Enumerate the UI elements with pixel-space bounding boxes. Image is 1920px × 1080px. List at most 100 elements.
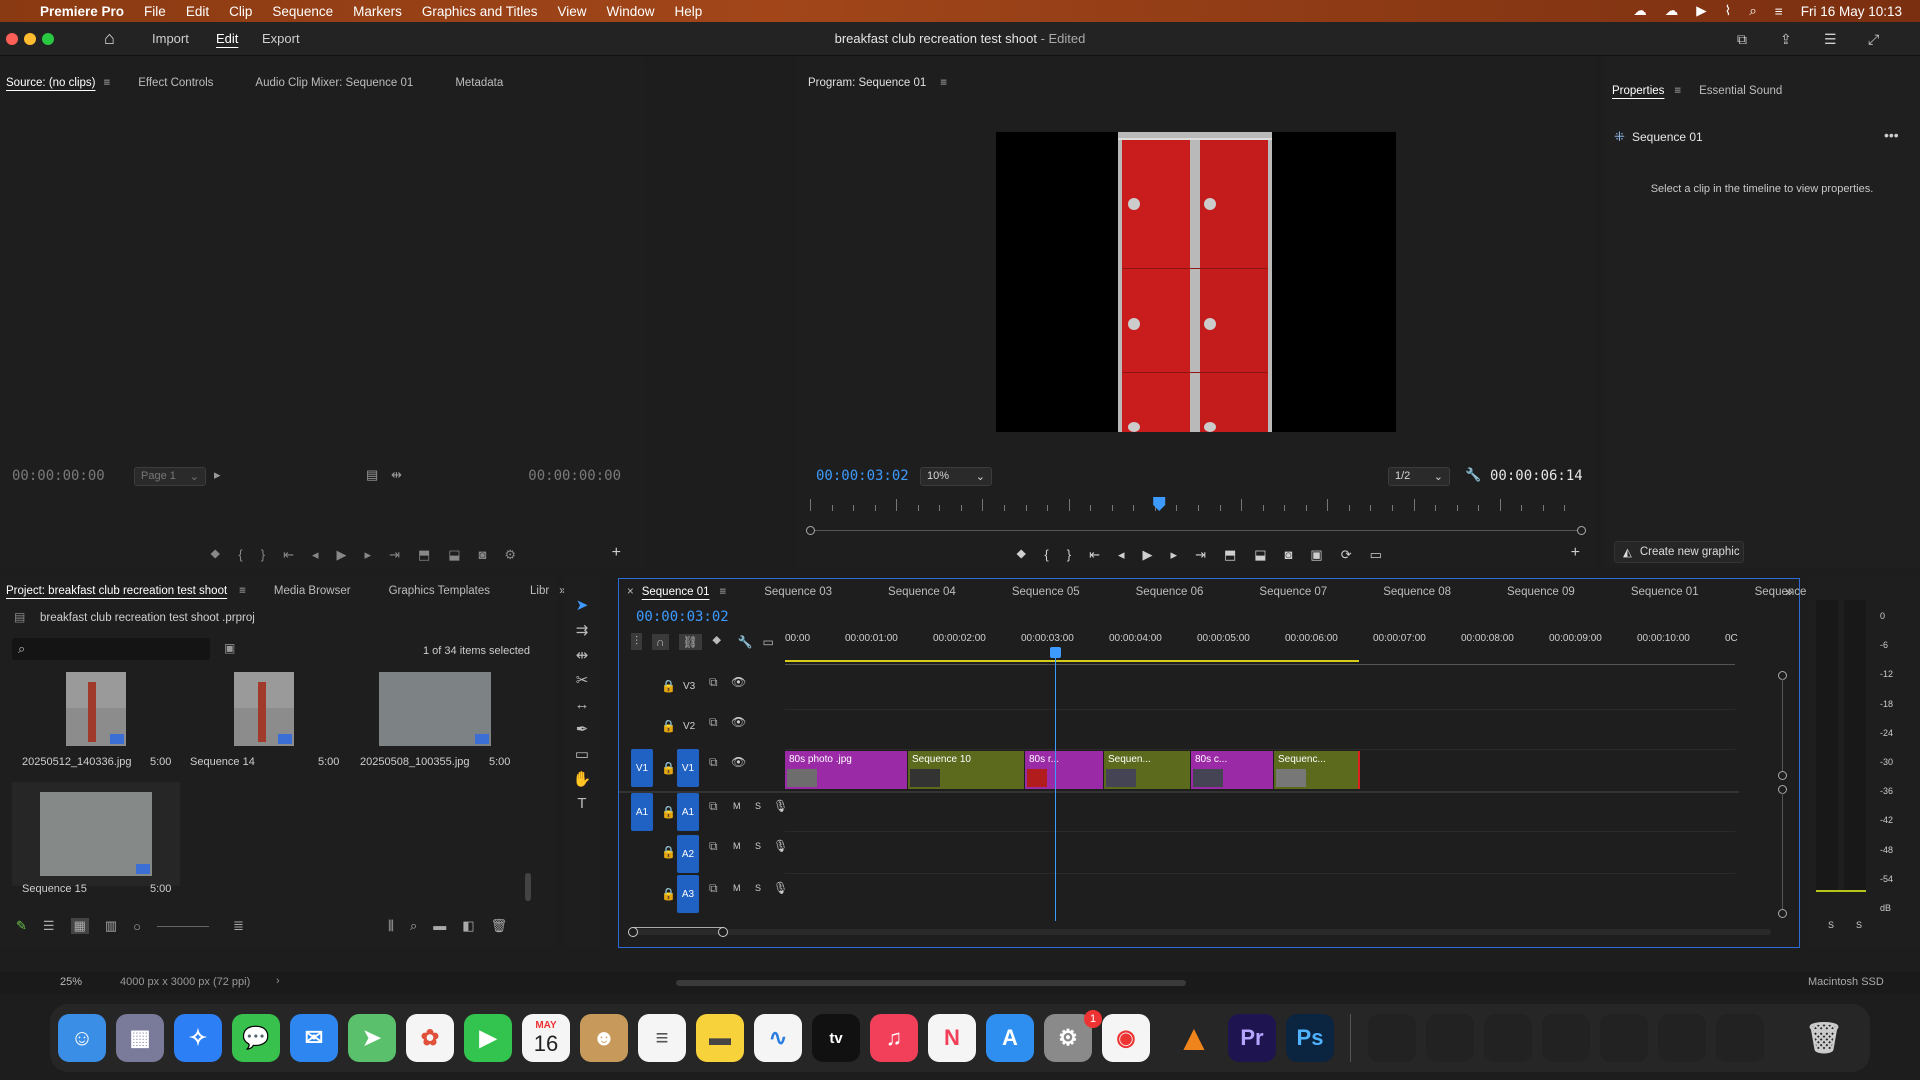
close-tab-icon[interactable]: × (627, 586, 634, 598)
extract-icon[interactable]: ⬓ (1254, 547, 1266, 563)
premiere-pro-icon[interactable]: Pr (1228, 1014, 1276, 1062)
tab-graphics-templates[interactable]: Graphics Templates (389, 585, 490, 597)
settings-icon[interactable]: ⚙ (504, 547, 516, 563)
solo-button[interactable]: S (755, 801, 761, 811)
program-menu-icon[interactable]: ≡ (940, 77, 947, 89)
calendar-icon[interactable]: MAY 16 (522, 1014, 570, 1062)
vr-icon[interactable]: ▭ (1370, 547, 1382, 563)
mic-icon[interactable]: 🎙 (773, 839, 788, 853)
play-status-icon[interactable]: ▶ (1696, 3, 1706, 19)
vertical-zoom-handle[interactable] (1778, 771, 1787, 780)
item-name[interactable]: Sequence 15 (22, 883, 87, 895)
lock-icon[interactable]: 🔒 (661, 805, 676, 819)
menu-file[interactable]: File (144, 4, 166, 19)
photoshop-icon[interactable]: Ps (1286, 1014, 1334, 1062)
insert-sequence-icon[interactable]: ⫶ (631, 633, 643, 650)
zoom-handle-right[interactable] (1577, 526, 1586, 535)
menu-help[interactable]: Help (675, 4, 703, 19)
source-menu-icon[interactable]: ≡ (103, 77, 110, 89)
mic-icon[interactable]: 🎙 (773, 881, 788, 895)
project-scrollbar[interactable] (525, 873, 531, 901)
export-frame-icon[interactable]: ◙ (1285, 547, 1293, 563)
step-back-icon[interactable]: ◂ (312, 547, 319, 563)
program-ruler[interactable] (810, 497, 1586, 515)
ripple-edit-tool-icon[interactable]: ⇹ (576, 646, 589, 664)
tab-program[interactable]: Program: Sequence 01 (808, 77, 926, 89)
new-bin-from-search-icon[interactable]: ▣ (224, 641, 235, 655)
lock-icon[interactable]: 🔒 (661, 887, 676, 901)
source-tc-in[interactable]: 00:00:00:00 (12, 468, 105, 484)
sync-lock-icon[interactable]: ⧉ (709, 799, 718, 814)
menu-view[interactable]: View (557, 4, 586, 19)
vlc-icon[interactable]: ▲ (1170, 1014, 1218, 1062)
app-store-icon[interactable]: A (986, 1014, 1034, 1062)
solo-left-button[interactable]: S (1828, 920, 1834, 930)
add-marker-icon[interactable]: ⯁ (712, 634, 722, 649)
go-to-out-icon[interactable]: ⇥ (389, 547, 400, 563)
zoom-window-button[interactable] (42, 33, 54, 45)
vertical-scrollbar[interactable] (1782, 679, 1783, 771)
selected-item[interactable] (12, 782, 180, 886)
page-next-icon[interactable]: ▸ (214, 467, 221, 483)
clock[interactable]: Fri 16 May 10:13 (1801, 4, 1902, 19)
program-tc[interactable]: 00:00:03:02 (816, 468, 909, 484)
icloud-icon[interactable]: ☁ (1665, 3, 1679, 19)
control-center-icon[interactable]: ≡ (1775, 4, 1783, 19)
thumbnail[interactable] (234, 672, 294, 746)
timeline-clip[interactable]: 80s photo .jpg (785, 751, 907, 789)
comparison-icon[interactable]: ▣ (1310, 547, 1322, 563)
project-search-input[interactable]: ⌕ (12, 638, 210, 660)
playhead-handle[interactable] (1050, 647, 1061, 658)
list-view-icon[interactable]: ☰ (43, 918, 55, 934)
timeline-clip[interactable]: Sequenc... (1274, 751, 1360, 789)
export-tab[interactable]: Export (262, 31, 300, 46)
more-options-icon[interactable]: ••• (1884, 127, 1899, 143)
timeline-tc[interactable]: 00:00:03:02 (636, 609, 729, 625)
track-target-a2[interactable]: A2 (677, 835, 699, 873)
creative-cloud-icon[interactable]: ☁ (1633, 3, 1647, 19)
rectangle-tool-icon[interactable]: ▭ (575, 745, 589, 763)
zoom-handle-right[interactable] (718, 927, 728, 937)
timeline-menu-icon[interactable]: ≡ (720, 586, 727, 598)
go-to-in-icon[interactable]: ⇤ (283, 547, 294, 563)
lock-icon[interactable]: 🔒 (661, 679, 676, 693)
mic-icon[interactable]: 🎙 (773, 799, 788, 813)
project-menu-icon[interactable]: ≡ (239, 585, 246, 597)
new-bin-icon[interactable]: ▬ (433, 918, 446, 934)
razor-tool-icon[interactable]: ✂ (576, 671, 589, 689)
minimized-window-icon[interactable] (1484, 1014, 1532, 1062)
tab-media-browser[interactable]: Media Browser (274, 585, 351, 597)
pen-tool-icon[interactable]: ✒ (576, 720, 589, 738)
edit-tab[interactable]: Edit (216, 31, 238, 46)
page-select[interactable]: Page 1 ⌄ (134, 467, 206, 486)
play-icon[interactable]: ▶ (1143, 547, 1153, 563)
lock-icon[interactable]: 🔒 (661, 845, 676, 859)
menu-markers[interactable]: Markers (353, 4, 402, 19)
slip-tool-icon[interactable]: ↔ (575, 696, 590, 713)
minimized-window-icon[interactable] (1716, 1014, 1764, 1062)
play-icon[interactable]: ▶ (337, 547, 347, 563)
work-area-bar[interactable] (785, 660, 1359, 662)
thumbnail[interactable] (379, 672, 491, 746)
export-frame-icon[interactable]: ◙ (479, 547, 487, 563)
source-patch-v1[interactable]: V1 (631, 749, 653, 787)
notes-icon[interactable]: ▬ (696, 1014, 744, 1062)
playhead[interactable] (1055, 649, 1056, 921)
eye-icon[interactable]: 👁 (731, 715, 746, 729)
messages-icon[interactable]: 💬 (232, 1014, 280, 1062)
minimized-window-icon[interactable] (1542, 1014, 1590, 1062)
solo-button[interactable]: S (755, 841, 761, 851)
thumbnail[interactable] (66, 672, 126, 746)
mark-out-icon[interactable]: } (261, 547, 265, 563)
sync-lock-icon[interactable]: ⧉ (709, 715, 718, 730)
chrome-icon[interactable]: ◉ (1102, 1014, 1150, 1062)
menu-clip[interactable]: Clip (229, 4, 252, 19)
tab-sequence[interactable]: Sequence 05 (1012, 586, 1080, 598)
resolution-select[interactable]: 1/2 ⌄ (1388, 467, 1450, 486)
item-name[interactable]: 20250508_100355.jpg (360, 756, 470, 768)
timeline-clip[interactable]: 80s c... (1191, 751, 1273, 789)
minimized-window-icon[interactable] (1426, 1014, 1474, 1062)
minimize-window-button[interactable] (24, 33, 36, 45)
home-icon[interactable]: ⌂ (104, 28, 115, 49)
zoom-select[interactable]: 10% ⌄ (920, 467, 992, 486)
